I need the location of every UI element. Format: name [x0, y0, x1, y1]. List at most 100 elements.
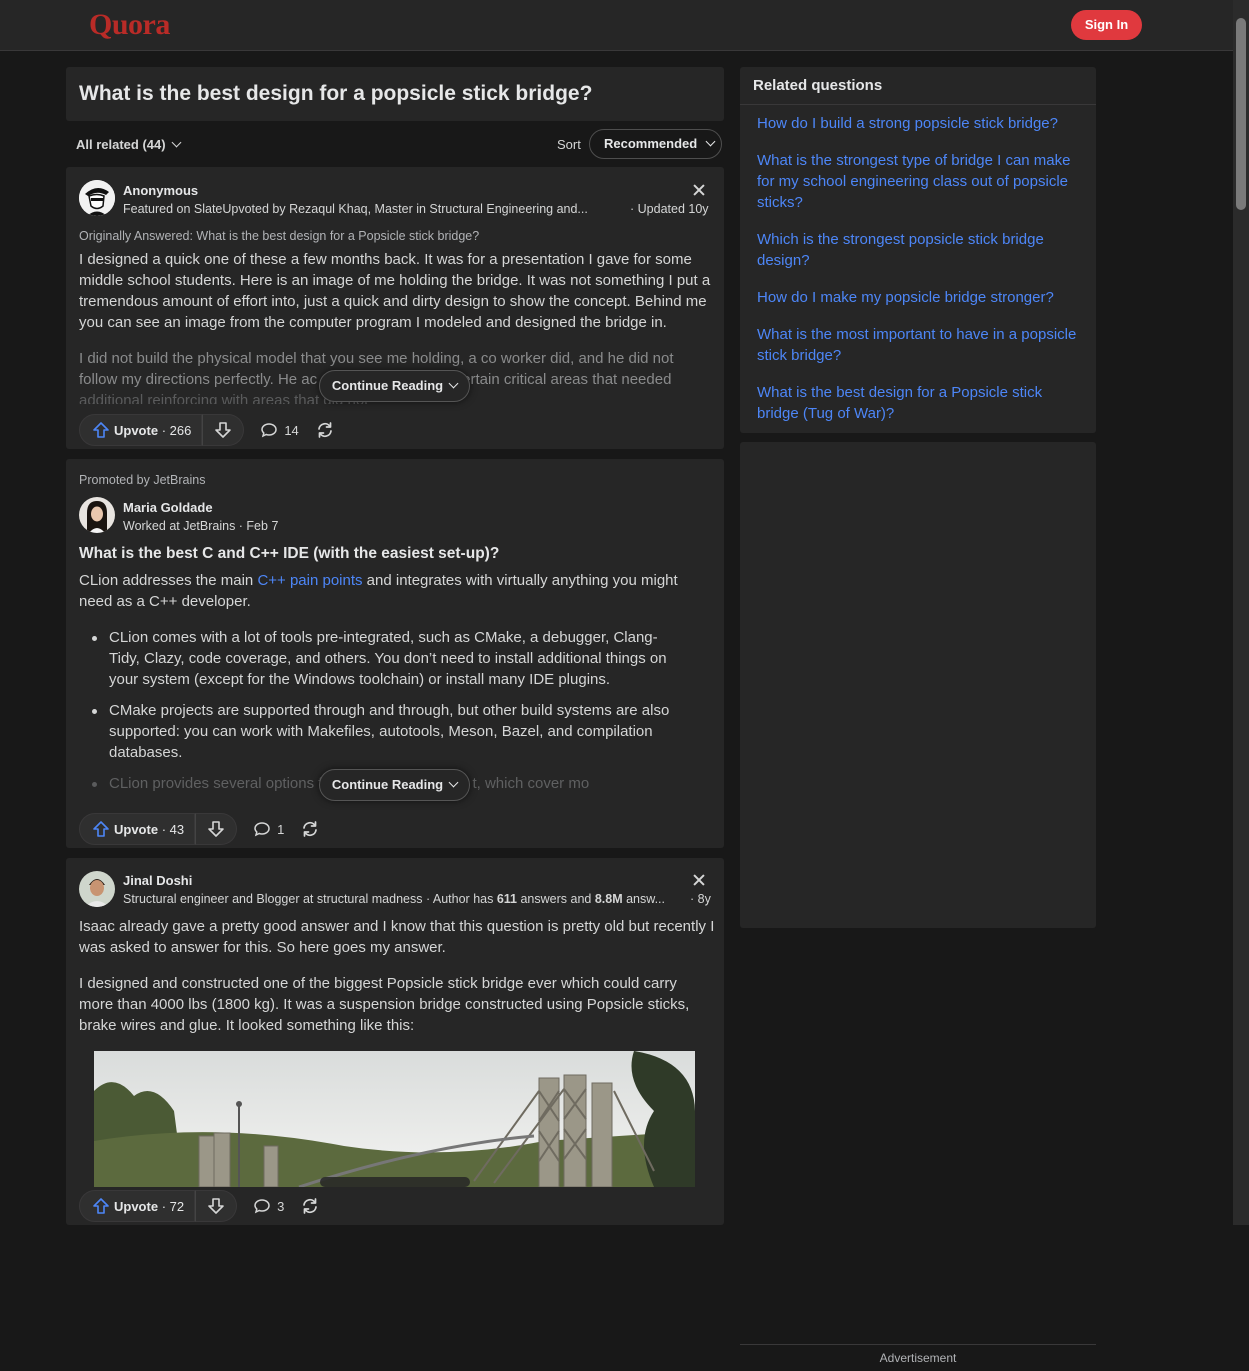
originally-answered[interactable]: Originally Answered: What is the best de… — [79, 229, 479, 243]
answer-paragraph: Isaac already gave a pretty good answer … — [79, 918, 715, 956]
credential-text: answers and — [517, 892, 595, 906]
related-question-link[interactable]: Which is the strongest popsicle stick br… — [757, 229, 1082, 271]
comment-button[interactable]: 14 — [260, 421, 299, 439]
author-credential[interactable]: Structural engineer and Blogger at struc… — [123, 892, 665, 906]
share-button[interactable] — [300, 1196, 320, 1216]
anonymous-avatar-icon — [79, 180, 115, 216]
close-icon[interactable] — [691, 182, 707, 198]
downvote-button[interactable] — [195, 813, 238, 845]
share-cycle-icon — [303, 1198, 318, 1214]
answer-paragraph-faded: I did not build the physical model that … — [79, 350, 674, 367]
all-related-dropdown[interactable]: All related (44) — [76, 137, 182, 152]
credential-text: Structural engineer and Blogger at struc… — [123, 892, 497, 906]
upvote-label: Upvote — [114, 821, 159, 837]
question-header: What is the best design for a popsicle s… — [66, 67, 724, 121]
comment-button[interactable]: 1 — [253, 820, 284, 838]
downvote-arrow-icon — [215, 422, 232, 438]
cpp-pain-points-link[interactable]: C++ pain points — [257, 572, 362, 589]
sort-label: Sort — [557, 137, 581, 152]
divider — [740, 104, 1096, 105]
chevron-down-icon — [448, 378, 459, 389]
author-name[interactable]: Jinal Doshi — [123, 873, 192, 888]
chevron-down-icon — [171, 137, 182, 148]
chevron-down-icon — [705, 136, 716, 147]
all-related-label: All related (44) — [76, 137, 166, 152]
continue-reading-button[interactable]: Continue Reading — [319, 370, 470, 402]
faded-text: ertain critical areas that needed — [462, 371, 672, 388]
upvote-label: Upvote — [114, 1198, 159, 1214]
action-bar: Upvote · 43 1 — [79, 813, 320, 845]
promoted-card: Promoted by JetBrains Maria Goldade Work… — [66, 459, 724, 848]
comment-icon — [254, 822, 270, 837]
author-name[interactable]: Maria Goldade — [123, 500, 213, 515]
share-cycle-icon — [303, 821, 318, 837]
comment-count: 3 — [277, 1198, 285, 1214]
question-title: What is the best design for a popsicle s… — [79, 82, 593, 105]
related-question-link[interactable]: How do I make my popsicle bridge stronge… — [757, 287, 1082, 308]
list-item: CLion comes with a lot of tools pre-inte… — [79, 627, 679, 690]
upvote-arrow-icon — [93, 1198, 109, 1214]
upvote-count: · 72 — [161, 1198, 185, 1214]
answer-paragraph: I designed and constructed one of the bi… — [79, 975, 690, 1034]
comment-count: 1 — [277, 821, 285, 837]
avatar[interactable] — [79, 497, 115, 533]
advertisement-panel[interactable]: Advertisement — [740, 442, 1096, 1365]
downvote-button[interactable] — [195, 1190, 238, 1222]
close-icon[interactable] — [691, 872, 707, 888]
upvote-arrow-icon — [93, 422, 109, 438]
promoted-title[interactable]: What is the best C and C++ IDE (with the… — [79, 545, 499, 563]
share-button[interactable] — [300, 819, 320, 839]
avatar[interactable] — [79, 871, 115, 907]
continue-reading-button[interactable]: Continue Reading — [319, 769, 470, 801]
faded-text: t, which cover mo — [472, 775, 590, 792]
upvote-label: Upvote — [114, 422, 159, 438]
faded-text: follow my directions perfectly. He ac — [79, 371, 318, 388]
upvote-button[interactable]: Upvote · 43 — [79, 813, 196, 845]
author-name[interactable]: Anonymous — [123, 183, 198, 198]
upvote-arrow-icon — [93, 821, 109, 837]
upvote-count: · 43 — [161, 821, 185, 837]
author-credential[interactable]: Worked at JetBrains · Feb 7 — [123, 519, 278, 533]
related-question-link[interactable]: What is the best design for a Popsicle s… — [757, 382, 1082, 424]
intro-text: CLion addresses the main — [79, 572, 258, 589]
related-question-link[interactable]: What is the most important to have in a … — [757, 324, 1082, 366]
promoted-by[interactable]: Promoted by JetBrains — [79, 473, 205, 487]
action-bar: Upvote · 266 14 — [79, 414, 335, 446]
comment-icon — [261, 423, 278, 438]
comment-button[interactable]: 3 — [253, 1197, 284, 1215]
continue-reading-label: Continue Reading — [331, 777, 444, 792]
comment-icon — [254, 1199, 270, 1214]
upvote-count: · 266 — [161, 422, 192, 438]
answer-date[interactable]: · Updated 10y — [630, 202, 709, 216]
answer-paragraph: I designed a quick one of these a few mo… — [79, 251, 711, 331]
upvote-button[interactable]: Upvote · 72 — [79, 1190, 196, 1222]
scrollbar-thumb[interactable] — [1236, 18, 1246, 210]
faded-text: CLion provides several options f — [109, 775, 323, 792]
bridge-photo[interactable] — [94, 1051, 695, 1187]
related-questions-title: Related questions — [753, 77, 883, 94]
answer-card: Anonymous Featured on SlateUpvoted by Re… — [66, 167, 724, 449]
related-question-link[interactable]: What is the strongest type of bridge I c… — [757, 150, 1082, 213]
share-button[interactable] — [315, 420, 335, 440]
promoted-intro: CLion addresses the main C++ pain points… — [79, 570, 699, 612]
credential-text: answ... — [622, 892, 666, 906]
avatar[interactable] — [79, 180, 115, 216]
jinal-avatar-icon — [79, 871, 115, 907]
list-item: CMake projects are supported through and… — [79, 700, 679, 763]
downvote-arrow-icon — [208, 821, 224, 837]
answer-count: 611 — [496, 892, 517, 906]
advertisement-label: Advertisement — [740, 1344, 1096, 1371]
downvote-button[interactable] — [202, 414, 245, 446]
answer-date[interactable]: · 8y — [690, 892, 711, 906]
sort-dropdown[interactable]: Recommended — [589, 129, 722, 159]
chevron-down-icon — [448, 777, 459, 788]
view-count: 8.8M — [594, 892, 623, 906]
maria-avatar-icon — [79, 497, 115, 533]
sign-in-button[interactable]: Sign In — [1071, 10, 1142, 40]
upvote-button[interactable]: Upvote · 266 — [79, 414, 203, 446]
related-question-link[interactable]: How do I build a strong popsicle stick b… — [757, 113, 1082, 134]
quora-logo[interactable]: Quora — [89, 8, 170, 42]
author-credential[interactable]: Featured on SlateUpvoted by Rezaqul Khaq… — [123, 202, 588, 216]
share-cycle-icon — [317, 422, 332, 438]
top-bar: Quora Sign In — [0, 0, 1233, 51]
